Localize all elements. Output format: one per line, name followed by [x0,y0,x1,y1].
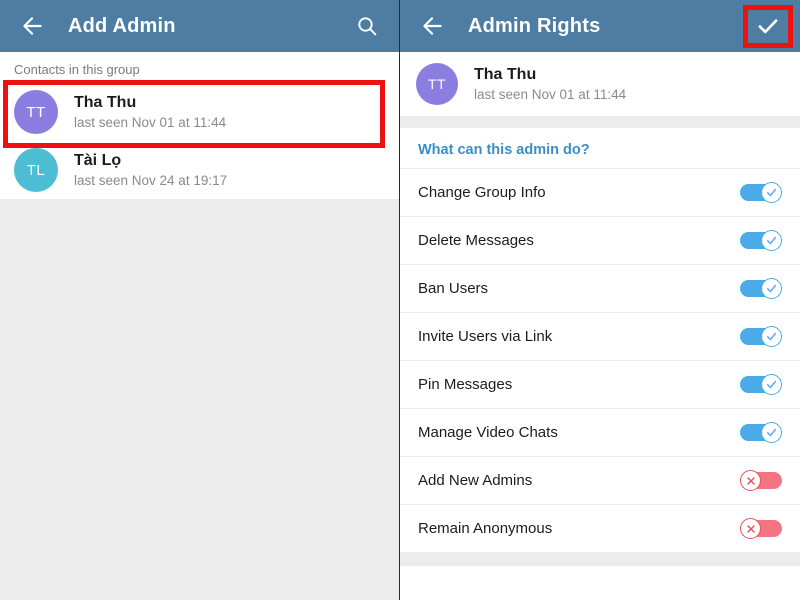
confirm-button[interactable] [746,4,790,48]
settings-section-title: What can this admin do? [418,142,590,158]
section-divider [400,116,800,128]
arrow-left-icon [419,13,445,39]
close-icon [746,476,755,485]
setting-label: Manage Video Chats [418,424,558,441]
check-icon [767,380,776,389]
bottom-area [400,566,800,600]
check-icon [767,236,776,245]
toggle-change-group-info[interactable] [740,182,782,203]
avatar: TT [416,63,458,105]
toggle-knob [761,278,782,299]
toggle-knob [761,182,782,203]
check-icon [767,428,776,437]
admin-profile-row[interactable]: TT Tha Thu last seen Nov 01 at 11:44 [400,52,800,116]
contact-text: Tài Lọ last seen Nov 24 at 19:17 [74,151,227,190]
contact-text: Tha Thu last seen Nov 01 at 11:44 [74,93,226,132]
contact-status: last seen Nov 01 at 11:44 [74,114,227,130]
setting-row-remain-anonymous[interactable]: Remain Anonymous [400,504,800,552]
profile-status: last seen Nov 01 at 11:44 [474,86,627,102]
toggle-invite-users-via-link[interactable] [740,326,782,347]
toggle-knob [761,326,782,347]
profile-name: Tha Thu [474,65,537,83]
arrow-left-icon [19,13,45,39]
right-appbar: Admin Rights [400,0,800,52]
contact-name: Tài Lọ [74,151,122,169]
contact-list: TT Tha Thu last seen Nov 01 at 11:44 TL … [0,83,399,199]
contact-name: Tha Thu [74,93,137,111]
admin-rights-list: What can this admin do? Change Group Inf… [400,128,800,552]
setting-label: Invite Users via Link [418,328,553,345]
toggle-pin-messages[interactable] [740,374,782,395]
setting-row-invite-users-via-link[interactable]: Invite Users via Link [400,312,800,360]
toggle-knob [740,470,761,491]
setting-row-add-new-admins[interactable]: Add New Admins [400,456,800,504]
toggle-manage-video-chats[interactable] [740,422,782,443]
right-appbar-title: Admin Rights [468,14,601,37]
toggle-knob [740,518,761,539]
back-button-left[interactable] [10,4,54,48]
setting-row-change-group-info[interactable]: Change Group Info [400,168,800,216]
toggle-knob [761,230,782,251]
left-appbar-title: Add Admin [68,14,176,37]
back-button-right[interactable] [410,4,454,48]
setting-row-delete-messages[interactable]: Delete Messages [400,216,800,264]
bottom-section-divider [400,552,800,566]
check-icon [755,13,781,39]
check-icon [767,188,776,197]
admin-rights-panel: Admin Rights TT Tha Thu last seen Nov 01… [400,0,800,600]
setting-label: Remain Anonymous [418,520,553,537]
setting-row-pin-messages[interactable]: Pin Messages [400,360,800,408]
toggle-add-new-admins[interactable] [740,470,782,491]
check-icon [767,332,776,341]
app-screen: Add Admin Contacts in this group TT Tha … [0,0,800,600]
setting-label: Change Group Info [418,184,546,201]
contact-row-tha-thu[interactable]: TT Tha Thu last seen Nov 01 at 11:44 [0,83,399,141]
search-icon [355,14,379,38]
add-admin-panel: Add Admin Contacts in this group TT Tha … [0,0,400,600]
toggle-knob [761,374,782,395]
check-icon [767,284,776,293]
toggle-remain-anonymous[interactable] [740,518,782,539]
toggle-knob [761,422,782,443]
contact-status: last seen Nov 24 at 19:17 [74,172,228,188]
left-appbar: Add Admin [0,0,399,52]
avatar: TT [14,90,58,134]
toggle-ban-users[interactable] [740,278,782,299]
setting-label: Pin Messages [418,376,513,393]
setting-row-manage-video-chats[interactable]: Manage Video Chats [400,408,800,456]
setting-label: Add New Admins [418,472,533,489]
profile-text: Tha Thu last seen Nov 01 at 11:44 [474,65,626,104]
setting-label: Ban Users [418,280,489,297]
avatar: TL [14,148,58,192]
setting-row-ban-users[interactable]: Ban Users [400,264,800,312]
contact-row-tai-lo[interactable]: TL Tài Lọ last seen Nov 24 at 19:17 [0,141,399,199]
contacts-section-label: Contacts in this group [0,52,399,83]
setting-label: Delete Messages [418,232,534,249]
search-button[interactable] [345,4,389,48]
close-icon [746,524,755,533]
toggle-delete-messages[interactable] [740,230,782,251]
